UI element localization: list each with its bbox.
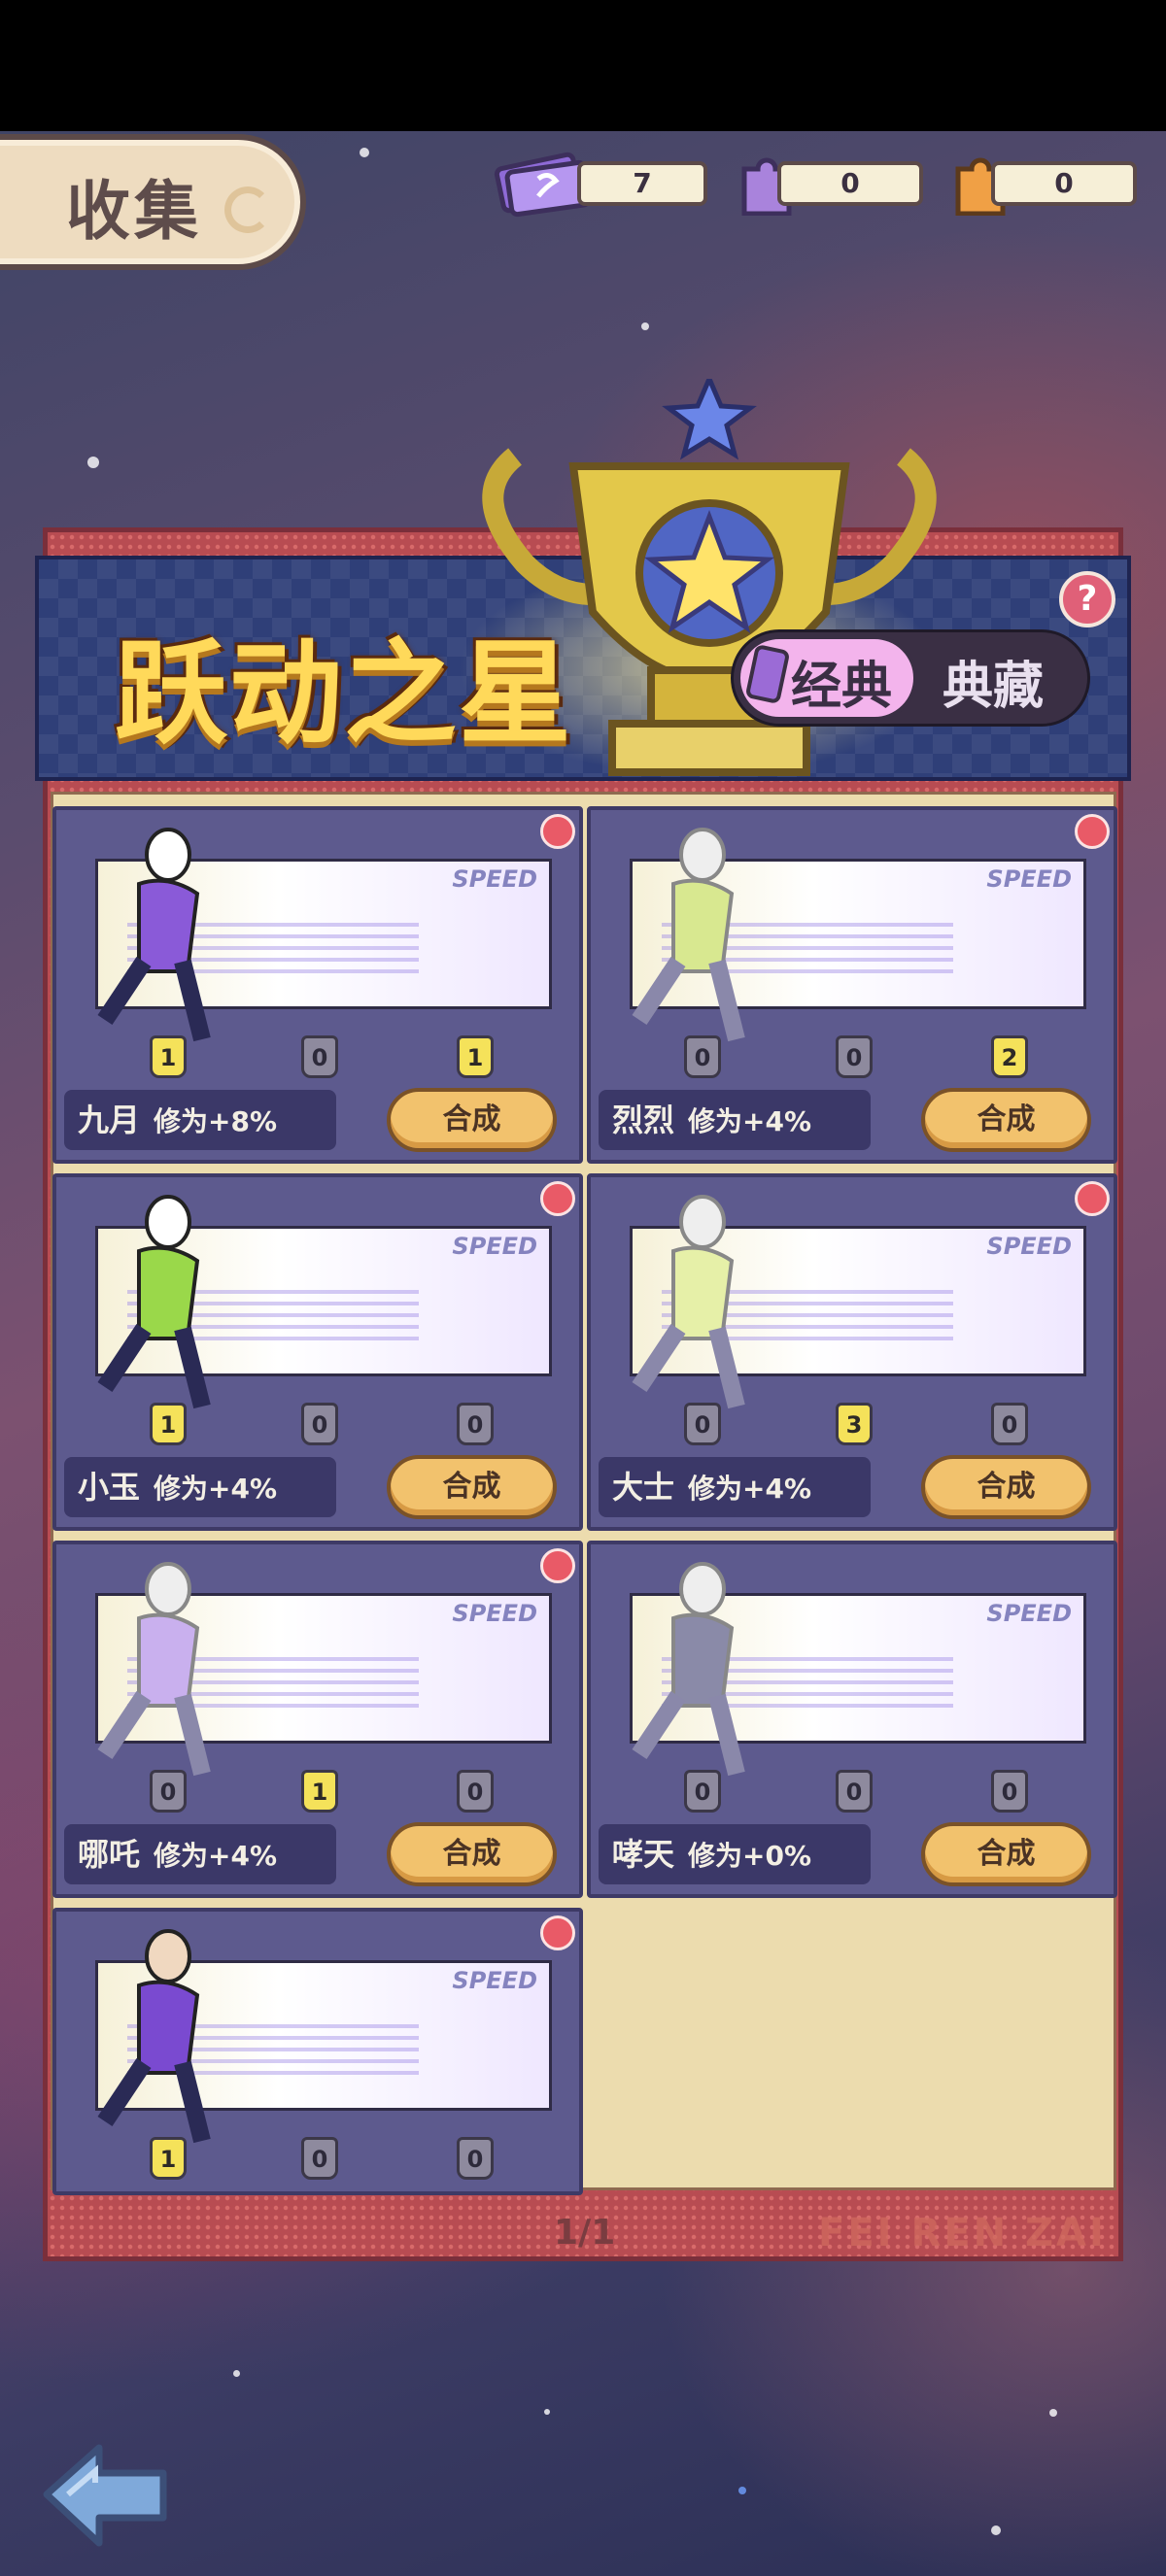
star-sparkle [641, 322, 649, 330]
notification-dot [1075, 1181, 1110, 1216]
banner-title: 跃动之星 [115, 628, 573, 760]
fragment-count-badge: 0 [836, 1770, 873, 1813]
runner-figure [97, 828, 211, 1042]
star-sparkle [87, 457, 99, 468]
fragment-count-badge: 0 [301, 1403, 338, 1445]
page-title: 收集 [66, 174, 202, 249]
runner-figure [632, 1195, 745, 1409]
character-card[interactable]: SPEED 1 0 1 九月 修为+8% 合成 [52, 806, 583, 1164]
speed-label: SPEED [452, 1967, 537, 1994]
character-card[interactable]: SPEED 1 0 0 小玉 修为+4% 合成 [52, 1173, 583, 1531]
fragment-count-badge: 0 [684, 1035, 721, 1078]
ticket-counter: 7 [577, 161, 707, 206]
character-bonus: 修为+4% [154, 1840, 278, 1872]
speed-label: SPEED [452, 1600, 537, 1627]
character-name: 大士 [612, 1469, 675, 1506]
notification-dot [540, 1181, 575, 1216]
fragment-count-badge: 0 [457, 1403, 494, 1445]
character-name-box: 烈烈 修为+4% [599, 1090, 871, 1150]
notification-dot [540, 1915, 575, 1950]
fragment-count-badge: 2 [991, 1035, 1028, 1078]
back-arrow-icon[interactable] [39, 2438, 175, 2553]
fragment-count-badge: 1 [457, 1035, 494, 1078]
speed-label: SPEED [986, 1600, 1072, 1627]
fragment-count-badge: 0 [301, 2137, 338, 2180]
synthesize-button[interactable]: 合成 [387, 1822, 557, 1886]
star-sparkle [360, 148, 369, 157]
character-bonus: 修为+8% [154, 1105, 278, 1137]
character-name: 小玉 [78, 1469, 141, 1506]
character-card[interactable]: SPEED 0 3 0 大士 修为+4% 合成 [587, 1173, 1117, 1531]
runner-figure [97, 1195, 211, 1409]
speed-label: SPEED [452, 865, 537, 893]
star-sparkle [738, 2487, 746, 2494]
runner-figure [97, 1562, 211, 1777]
fragment-count-badge: 0 [836, 1035, 873, 1078]
star-sparkle [991, 2525, 1001, 2535]
swirl-ornament [224, 186, 271, 233]
character-name-box: 大士 修为+4% [599, 1457, 871, 1517]
character-name: 哮天 [612, 1836, 675, 1873]
fragment-count-badge: 1 [301, 1770, 338, 1813]
character-card[interactable]: SPEED 0 1 0 哪吒 修为+4% 合成 [52, 1541, 583, 1898]
character-name: 九月 [78, 1102, 141, 1138]
character-name: 烈烈 [612, 1102, 675, 1138]
fragment-count-badge: 1 [150, 1403, 187, 1445]
fragment-count-badge: 0 [457, 1770, 494, 1813]
fragment-count-badge: 1 [150, 1035, 187, 1078]
runner-figure [632, 1562, 745, 1777]
runner-figure [632, 828, 745, 1042]
purple-puzzle-counter: 0 [777, 161, 923, 206]
runner-figure [97, 1929, 211, 2144]
star-sparkle [233, 2370, 240, 2377]
character-bonus: 修为+0% [688, 1840, 812, 1872]
brand-watermark: FEI REN ZAI [818, 2211, 1107, 2255]
character-name-box: 哪吒 修为+4% [64, 1824, 336, 1884]
orange-puzzle-counter: 0 [991, 161, 1137, 206]
character-card[interactable]: SPEED 0 0 0 哮天 修为+0% 合成 [587, 1541, 1117, 1898]
speed-label: SPEED [986, 865, 1072, 893]
synthesize-button[interactable]: 合成 [387, 1088, 557, 1152]
synthesize-button[interactable]: 合成 [921, 1455, 1091, 1519]
fragment-count-badge: 0 [684, 1403, 721, 1445]
character-name-box: 九月 修为+8% [64, 1090, 336, 1150]
fragment-count-badge: 0 [991, 1403, 1028, 1445]
fragment-count-badge: 0 [301, 1035, 338, 1078]
speed-label: SPEED [986, 1233, 1072, 1260]
notification-dot [540, 1548, 575, 1583]
star-sparkle [1049, 2409, 1057, 2417]
toggle-collection-button[interactable]: 典藏 [943, 645, 1044, 718]
synthesize-button[interactable]: 合成 [921, 1088, 1091, 1152]
help-button[interactable]: ? [1059, 571, 1115, 627]
fragment-count-badge: 1 [150, 2137, 187, 2180]
character-bonus: 修为+4% [688, 1473, 812, 1505]
notification-dot [1075, 814, 1110, 849]
fragment-count-badge: 0 [991, 1770, 1028, 1813]
character-bonus: 修为+4% [688, 1105, 812, 1137]
character-card[interactable]: SPEED 1 0 0 [52, 1908, 583, 2195]
character-bonus: 修为+4% [154, 1473, 278, 1505]
fragment-count-badge: 0 [457, 2137, 494, 2180]
speed-label: SPEED [452, 1233, 537, 1260]
fragment-count-badge: 3 [836, 1403, 873, 1445]
character-name-box: 小玉 修为+4% [64, 1457, 336, 1517]
character-card[interactable]: SPEED 0 0 2 烈烈 修为+4% 合成 [587, 806, 1117, 1164]
toggle-classic-label: 经典 [791, 658, 893, 716]
page-indicator: 1/1 [554, 2213, 616, 2253]
character-name-box: 哮天 修为+0% [599, 1824, 871, 1884]
notification-dot [540, 814, 575, 849]
synthesize-button[interactable]: 合成 [921, 1822, 1091, 1886]
fragment-count-badge: 0 [150, 1770, 187, 1813]
star-sparkle [544, 2409, 550, 2415]
character-name: 哪吒 [78, 1836, 141, 1873]
fragment-count-badge: 0 [684, 1770, 721, 1813]
synthesize-button[interactable]: 合成 [387, 1455, 557, 1519]
